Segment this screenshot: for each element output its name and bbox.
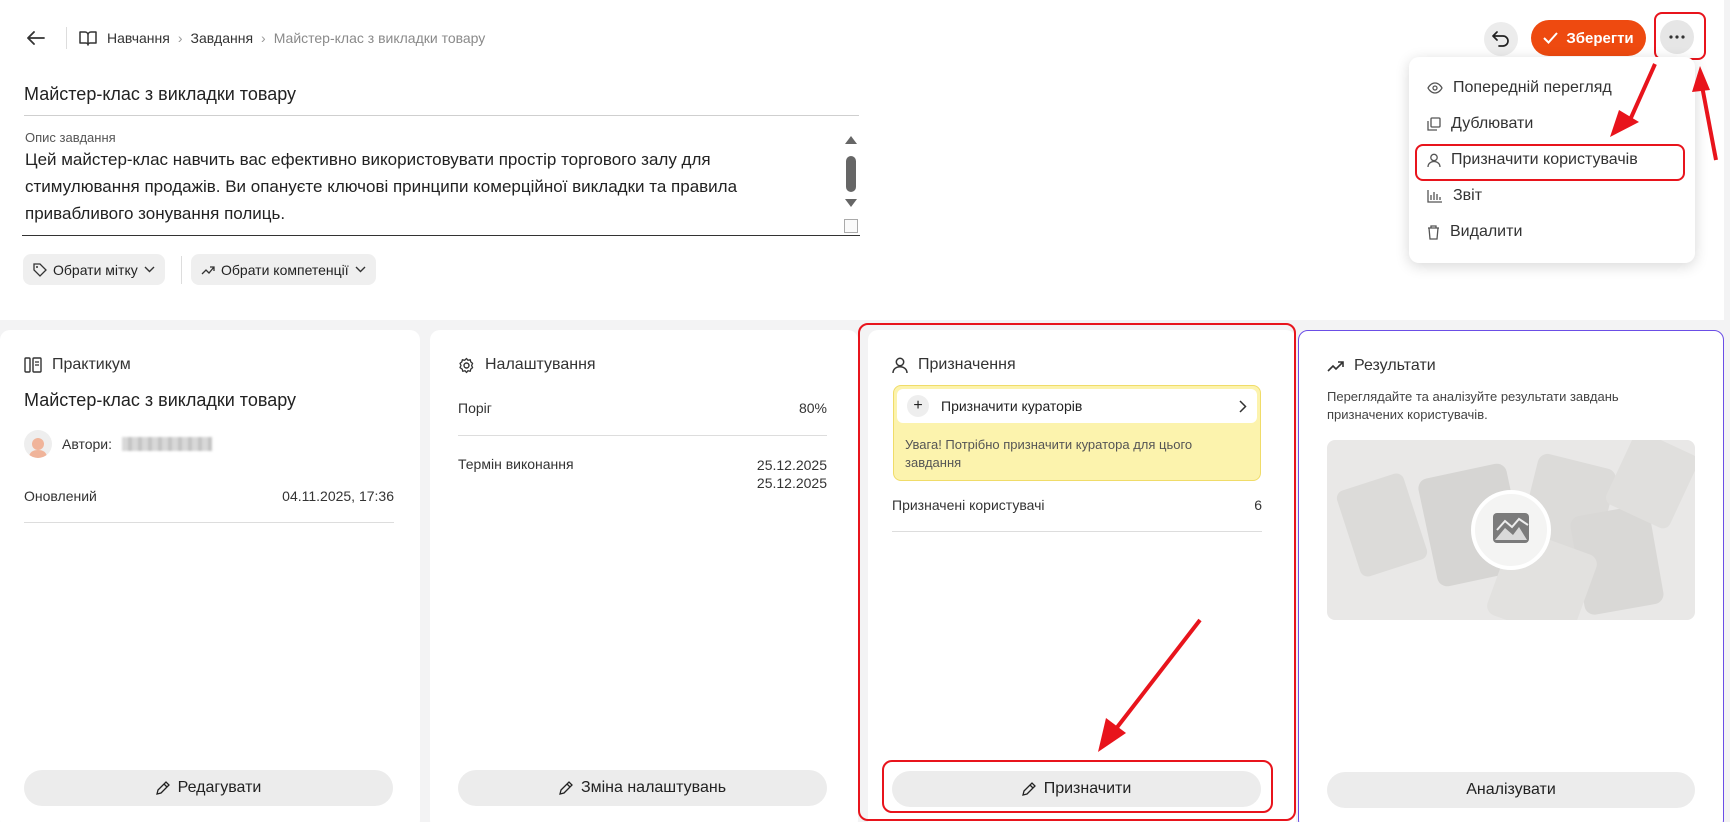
annotation-arrows <box>1098 63 1718 752</box>
